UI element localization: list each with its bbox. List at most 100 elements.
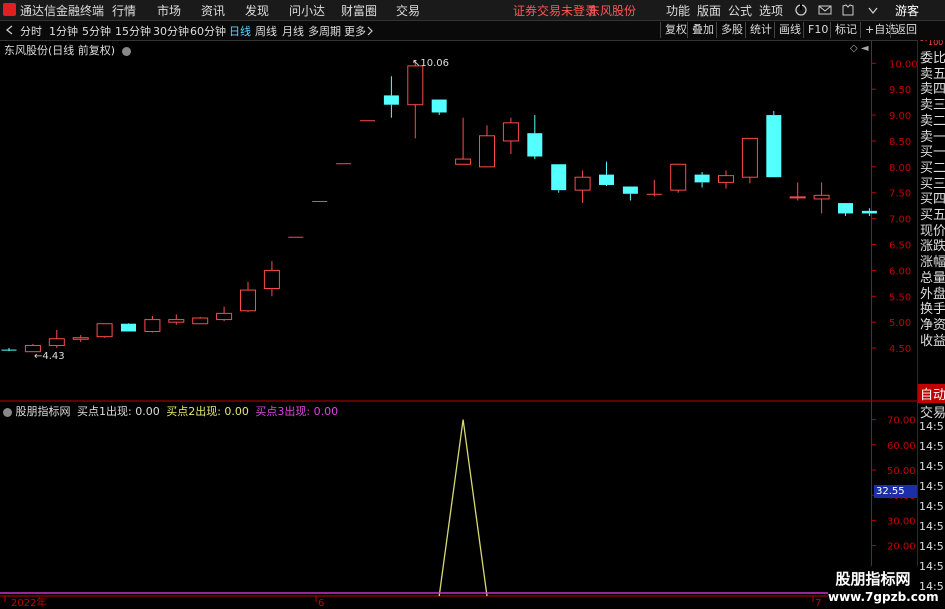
quote-row-label[interactable]: 收益	[920, 330, 945, 349]
mark-button[interactable]: 标记	[830, 22, 861, 38]
x-tick-label: 7	[815, 598, 821, 609]
candle	[551, 164, 567, 193]
menu-trade[interactable]: 交易	[396, 2, 420, 19]
candle	[240, 281, 256, 312]
title-bar: 通达信金融终端 行情 市场 资讯 发现 问小达 财富圈 交易 证券交易未登录 东…	[0, 0, 945, 21]
trade-tab[interactable]: 交易	[920, 402, 945, 421]
f10-button[interactable]: F10	[803, 22, 832, 38]
y-tick-label: 7.50	[889, 189, 911, 200]
settings-icon[interactable]	[121, 46, 131, 56]
x-tick-label: 6	[318, 598, 324, 609]
menu-layout[interactable]: 版面	[697, 2, 721, 19]
menu-news[interactable]: 资讯	[201, 2, 225, 19]
watermark-url: www.7gpzb.com	[828, 590, 939, 604]
refresh-icon[interactable]	[794, 3, 808, 17]
quote-side-panel: 0. 100 委比卖五卖四卖三卖二卖一买一买二买三买四买五现价涨跌涨幅总量外盘换…	[917, 40, 945, 609]
mail-icon[interactable]	[818, 3, 832, 17]
candle	[383, 76, 399, 118]
statistics-button[interactable]: 统计	[745, 22, 776, 38]
trade-time: 14:5	[919, 440, 944, 453]
candle-body	[431, 99, 447, 113]
candle-body	[861, 210, 877, 214]
period-15min[interactable]: 15分钟	[115, 23, 151, 39]
user-label[interactable]: 游客	[895, 2, 919, 19]
menu-options[interactable]: 选项	[759, 2, 783, 19]
menu-function[interactable]: 功能	[666, 2, 690, 19]
candle	[144, 315, 161, 333]
menu-quotes[interactable]: 行情	[112, 2, 136, 19]
period-1min[interactable]: 1分钟	[49, 23, 78, 39]
period-more[interactable]: 更多	[344, 23, 366, 39]
min-price-label: ←4.43	[34, 351, 65, 362]
candle	[861, 208, 877, 217]
candle	[312, 201, 328, 203]
trade-login-notice[interactable]: 证券交易未登录	[513, 2, 597, 19]
menu-fortune-circle[interactable]: 财富圈	[341, 2, 377, 19]
candle	[670, 163, 687, 193]
menu-discover[interactable]: 发现	[245, 2, 269, 19]
candle	[741, 137, 758, 184]
app-name: 通达信金融终端	[20, 4, 105, 18]
candle	[168, 314, 185, 325]
indicator-header: 股朋指标网 买点1出现: 0.00 买点2出现: 0.00 买点3出现: 0.0…	[3, 403, 338, 419]
chevron-right-icon[interactable]	[366, 26, 374, 36]
period-multi[interactable]: 多周期	[308, 23, 341, 39]
indicator-tick-label: 20.00	[887, 542, 916, 553]
candle-body	[407, 65, 424, 106]
y-tick-label: 5.50	[889, 292, 911, 303]
skin-icon[interactable]	[841, 3, 855, 17]
period-60min[interactable]: 60分钟	[190, 23, 226, 39]
candle	[336, 163, 352, 165]
menu-market[interactable]: 市场	[157, 2, 181, 19]
kline-chart-area[interactable]: 10.00 9.50 9.00 8.50 8.00 7.50 7.00 6.50 6.00 5.5…	[0, 40, 917, 609]
period-30min[interactable]: 30分钟	[153, 23, 189, 39]
candle-body	[263, 269, 280, 290]
dropdown-icon[interactable]	[866, 3, 880, 17]
menu-wenxiaoda[interactable]: 问小达	[289, 2, 325, 19]
menu-formula[interactable]: 公式	[728, 2, 752, 19]
auto-tab[interactable]: 自动	[918, 384, 945, 403]
candle	[360, 120, 375, 122]
candle-body	[360, 120, 375, 122]
candle-body	[838, 203, 853, 214]
period-weekly[interactable]: 周线	[255, 23, 277, 39]
candle-body	[216, 312, 233, 321]
trade-time: 14:5	[919, 480, 944, 493]
candle	[407, 60, 424, 139]
trade-time: 14:5	[919, 520, 944, 533]
chart-nav-icons[interactable]: ◇ ◄	[850, 43, 869, 54]
period-monthly[interactable]: 月线	[282, 23, 304, 39]
back-button[interactable]: 返回	[890, 22, 921, 38]
draw-line-button[interactable]: 画线	[774, 22, 805, 38]
candle	[527, 115, 543, 160]
candle-body	[789, 196, 806, 199]
candle	[622, 186, 638, 201]
candle	[479, 125, 495, 168]
y-tick-label: 6.50	[889, 241, 911, 252]
period-toolbar: 分时 1分钟 5分钟 15分钟 30分钟 60分钟 日线 周线 月线 多周期 更…	[0, 21, 945, 41]
candle	[121, 323, 136, 332]
multi-stock-button[interactable]: 多股	[716, 22, 747, 38]
indicator-settings-icon[interactable]	[3, 407, 12, 417]
candle-body	[574, 176, 591, 191]
app-logo-icon	[3, 3, 16, 16]
candle	[431, 99, 447, 116]
y-tick-label: 9.50	[889, 85, 911, 96]
buy-point-3: 买点3出现: 0.00	[255, 405, 339, 418]
cursor-value-label: 32.55	[874, 485, 918, 498]
stock-name: 东风股份	[4, 44, 48, 57]
period-daily[interactable]: 日线	[229, 23, 251, 39]
candle	[646, 179, 662, 197]
candle-body	[551, 164, 567, 191]
candle-body	[813, 194, 830, 200]
y-tick-label: 9.00	[889, 111, 911, 122]
overlay-button[interactable]: 叠加	[687, 22, 718, 38]
period-5min[interactable]: 5分钟	[82, 23, 111, 39]
panel-small-top2: 100	[928, 40, 944, 47]
period-tick[interactable]: 分时	[20, 23, 42, 39]
candle-body	[240, 289, 256, 312]
collapse-icon[interactable]	[5, 25, 15, 35]
candle	[838, 203, 853, 217]
y-tick-label: 5.00	[889, 318, 911, 329]
indicator-buy-line	[438, 419, 488, 597]
